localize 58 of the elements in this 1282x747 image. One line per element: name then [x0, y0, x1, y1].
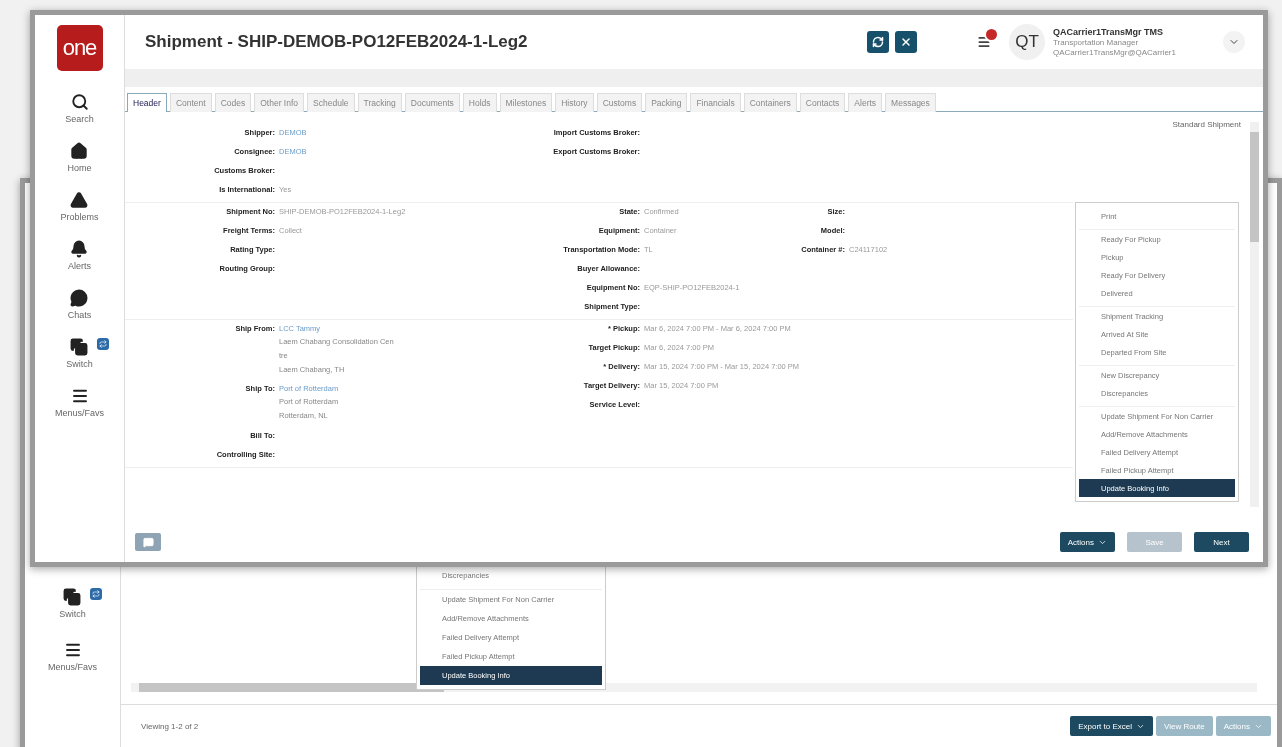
refresh-button[interactable] [867, 31, 889, 53]
menu-icon[interactable] [977, 35, 991, 49]
close-icon [900, 36, 912, 48]
tab[interactable]: Financials [690, 93, 741, 112]
chat-bubble-icon [70, 289, 89, 307]
action-button[interactable]: Actions [1059, 532, 1115, 552]
tab[interactable]: Content [169, 93, 212, 112]
windows-icon [63, 588, 82, 606]
tab[interactable]: Milestones [499, 93, 553, 112]
user-name: QACarrier1TransMgr TMS [1053, 27, 1165, 37]
record-count: Viewing 1-2 of 2 [141, 721, 200, 731]
tab[interactable]: Containers [743, 93, 797, 112]
action-button[interactable]: Export to Excel [1070, 716, 1153, 736]
tab[interactable]: Packing [645, 93, 688, 112]
user-avatar[interactable]: QT [1009, 24, 1045, 60]
tab[interactable]: Holds [462, 93, 497, 112]
tab[interactable]: Other Info [254, 93, 305, 112]
sidebar-item[interactable]: Switch [59, 588, 86, 619]
chat-button[interactable] [135, 533, 161, 551]
close-button[interactable] [895, 31, 917, 53]
refresh-icon [872, 36, 884, 48]
tab[interactable]: Messages [885, 93, 936, 112]
window-title: Shipment - SHIP-DEMOB-PO12FEB2024-1-Leg2 [145, 32, 529, 52]
tab[interactable]: History [555, 93, 594, 112]
tab[interactable]: Alerts [848, 93, 883, 112]
swap-icon [96, 338, 109, 350]
tab[interactable]: Customs [596, 93, 643, 112]
scrollbar[interactable] [1250, 122, 1259, 507]
tab[interactable]: Contacts [799, 93, 846, 112]
warning-icon [70, 191, 89, 209]
action-button[interactable]: Next [1194, 532, 1249, 552]
menu-icon [70, 387, 89, 405]
notification-dot [984, 27, 999, 42]
user-email: QACarrier1TransMgr@QACarrier1 [1053, 48, 1177, 57]
user-role: Transportation Manager [1053, 38, 1140, 47]
windows-icon [70, 338, 89, 356]
search-icon [70, 93, 89, 111]
sidebar-item[interactable]: Search [65, 93, 94, 124]
scrollbar[interactable] [131, 683, 1257, 692]
bell-icon [70, 240, 89, 258]
sidebar-item[interactable]: Chats [67, 289, 92, 320]
home-icon [70, 142, 89, 160]
sidebar-item[interactable]: Home [67, 142, 92, 173]
sidebar-item[interactable]: Menus/Favs [55, 387, 104, 418]
menu-icon [63, 641, 82, 659]
sidebar-item[interactable]: Alerts [68, 240, 91, 271]
sidebar-item[interactable]: Switch [66, 338, 93, 369]
shipment-type: Standard Shipment [1172, 120, 1241, 129]
tab[interactable]: Schedule [307, 93, 355, 112]
sidebar-item[interactable]: Menus/Favs [48, 641, 97, 672]
logo[interactable]: one [56, 25, 103, 71]
sidebar-item[interactable]: Problems [60, 191, 99, 222]
swap-icon [89, 588, 102, 600]
tab[interactable]: Documents [404, 93, 460, 112]
tab[interactable]: Tracking [357, 93, 402, 112]
tab[interactable]: Codes [214, 93, 252, 112]
tab[interactable]: Header [127, 93, 167, 112]
chat-icon [142, 536, 154, 548]
